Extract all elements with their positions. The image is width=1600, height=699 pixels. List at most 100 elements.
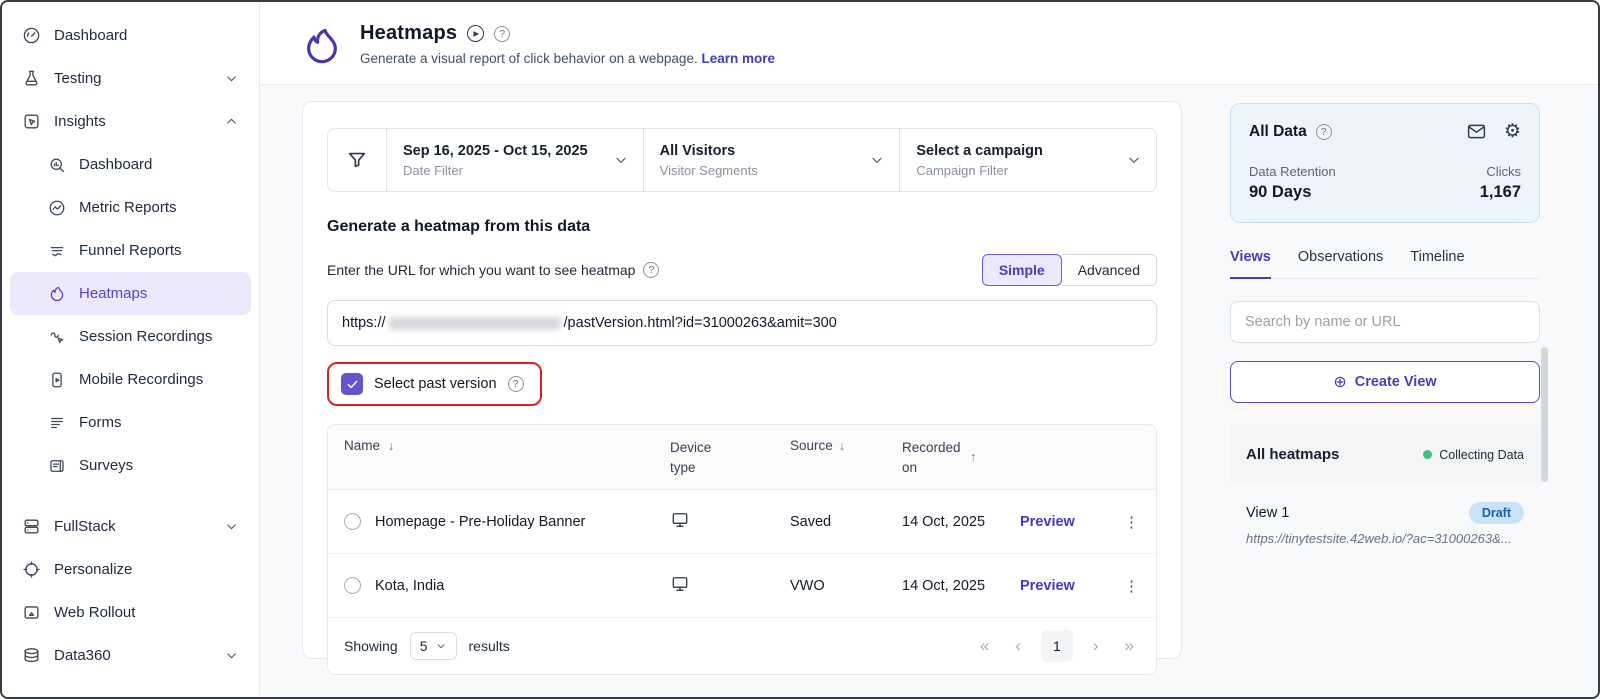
help-icon[interactable]: ? [1315,123,1332,140]
prev-page-button[interactable]: ‹ [1009,636,1027,656]
date-filter-dropdown[interactable]: Sep 16, 2025 - Oct 15, 2025 Date Filter [386,129,643,191]
sidebar-item-funnel-reports[interactable]: Funnel Reports [2,229,259,272]
annotation-select-past-version: Select past version ? [327,362,542,406]
col-header-recorded-on[interactable]: Recorded on [902,438,964,477]
sidebar-item-label: Personalize [54,561,133,578]
visitor-segments-dropdown[interactable]: All Visitors Visitor Segments [642,129,900,191]
sidebar-item-label: Surveys [79,457,134,474]
row-date: 14 Oct, 2025 [902,513,986,530]
sidebar: Dashboard Testing Insights Dashboard Met… [2,2,260,697]
sidebar-item-surveys[interactable]: Surveys [2,444,259,487]
gear-icon[interactable]: ⚙ [1504,122,1521,141]
first-page-button[interactable]: « [974,636,995,656]
view-name: View 1 [1246,505,1290,521]
create-view-button[interactable]: ⊕ Create View [1230,361,1540,403]
all-data-title: All Data [1249,122,1307,140]
gauge-icon [23,27,40,44]
next-page-button[interactable]: › [1087,636,1105,656]
search-input[interactable] [1230,301,1540,343]
help-icon[interactable]: ? [507,376,524,392]
row-name: Kota, India [375,577,445,594]
col-header-device-type[interactable]: Device type [670,438,728,477]
sidebar-item-session-recordings[interactable]: Session Recordings [2,315,259,358]
sidebar-item-testing[interactable]: Testing [2,57,259,100]
col-header-source[interactable]: Source [790,438,833,453]
all-heatmaps-row[interactable]: All heatmaps Collecting Data [1230,425,1540,484]
plus-circle-icon: ⊕ [1333,374,1347,391]
sidebar-item-label: Forms [79,414,122,431]
metric-wave-icon [49,200,65,215]
preview-link[interactable]: Preview [1020,514,1075,530]
server-stack-icon [24,519,39,534]
sidebar-item-label: Insights [54,113,106,130]
app-window: Dashboard Testing Insights Dashboard Met… [0,0,1600,699]
sort-desc-icon[interactable]: ↓ [388,439,394,453]
sidebar-item-heatmaps[interactable]: Heatmaps [10,272,251,315]
simple-toggle-button[interactable]: Simple [981,254,1062,286]
date-filter-label: Date Filter [403,162,463,178]
play-video-icon[interactable]: ▶ [467,25,485,42]
showing-label: Showing [344,638,398,655]
sidebar-item-fullstack[interactable]: FullStack [2,505,259,548]
url-suffix: /pastVersion.html?id=31000263&amit=300 [563,315,837,331]
pagination: « ‹ 1 › » [974,630,1140,663]
col-header-name[interactable]: Name [344,438,380,453]
table-row[interactable]: Homepage - Pre-Holiday Banner Saved 14 O… [328,490,1156,555]
last-page-button[interactable]: » [1119,636,1140,656]
sidebar-item-insights-dashboard[interactable]: Dashboard [2,143,259,186]
scrollbar-thumb[interactable] [1541,347,1548,482]
chevron-down-icon [227,653,236,659]
data-retention-value: 90 Days [1249,183,1312,201]
campaign-filter-dropdown[interactable]: Select a campaign Campaign Filter [899,129,1156,191]
kebab-menu-icon[interactable]: ⋮ [1124,514,1140,531]
sidebar-item-label: Funnel Reports [79,242,182,259]
row-radio-button[interactable] [344,513,361,531]
sidebar-item-forms[interactable]: Forms [2,401,259,444]
campaign-filter-label: Campaign Filter [916,162,1009,178]
view-list-item[interactable]: View 1 Draft https://tinytestsite.42web.… [1230,502,1540,546]
url-input-label: Enter the URL for which you want to see … [327,262,636,278]
learn-more-link[interactable]: Learn more [701,51,775,66]
kebab-menu-icon[interactable]: ⋮ [1124,578,1140,595]
sidebar-item-metric-reports[interactable]: Metric Reports [2,186,259,229]
advanced-toggle-button[interactable]: Advanced [1061,254,1157,286]
row-source: VWO [790,577,825,594]
tab-observations[interactable]: Observations [1298,249,1383,278]
tab-views[interactable]: Views [1230,249,1271,279]
sort-asc-icon[interactable]: ↑ [970,448,976,477]
tab-timeline[interactable]: Timeline [1410,249,1464,278]
sidebar-item-dashboard[interactable]: Dashboard [2,14,259,57]
select-past-version-label: Select past version [374,376,497,392]
view-url: https://tinytestsite.42web.io/?ac=310002… [1246,531,1512,546]
filter-funnel-cell[interactable] [328,129,386,191]
chevron-down-icon [227,76,236,82]
preview-link[interactable]: Preview [1020,578,1075,594]
past-versions-table: Name ↓ Device type Source ↓ Recorded on … [327,424,1157,676]
date-filter-value: Sep 16, 2025 - Oct 15, 2025 [403,142,588,159]
chevron-down-icon [437,644,444,649]
sidebar-item-label: Dashboard [79,156,153,173]
status-dot [1423,450,1433,459]
per-page-select[interactable]: 5 [409,632,457,661]
heatmaps-flame-logo [307,28,337,64]
sidebar-item-label: Mobile Recordings [79,371,204,388]
envelope-icon[interactable] [1466,121,1487,142]
check-icon [347,380,357,388]
help-icon[interactable]: ? [643,262,660,278]
sidebar-item-web-rollout[interactable]: Web Rollout [2,591,259,634]
sidebar-item-data360[interactable]: Data360 [2,634,259,677]
help-icon[interactable]: ? [494,25,511,42]
sidebar-item-mobile-recordings[interactable]: Mobile Recordings [2,358,259,401]
table-row[interactable]: Kota, India VWO 14 Oct, 2025 Preview ⋮ [328,554,1156,619]
sort-desc-icon[interactable]: ↓ [839,439,845,453]
row-radio-button[interactable] [344,577,361,595]
sidebar-item-insights[interactable]: Insights [2,100,259,143]
visitor-segments-value: All Visitors [659,142,736,159]
create-view-label: Create View [1354,374,1437,390]
all-heatmaps-label: All heatmaps [1246,446,1340,463]
sidebar-item-personalize[interactable]: Personalize [2,548,259,591]
current-page-button[interactable]: 1 [1040,630,1073,663]
select-past-version-checkbox[interactable] [341,373,363,395]
session-cursor-icon [50,332,64,343]
heatmap-url-input[interactable]: https:// /pastVersion.html?id=31000263&a… [327,300,1157,346]
